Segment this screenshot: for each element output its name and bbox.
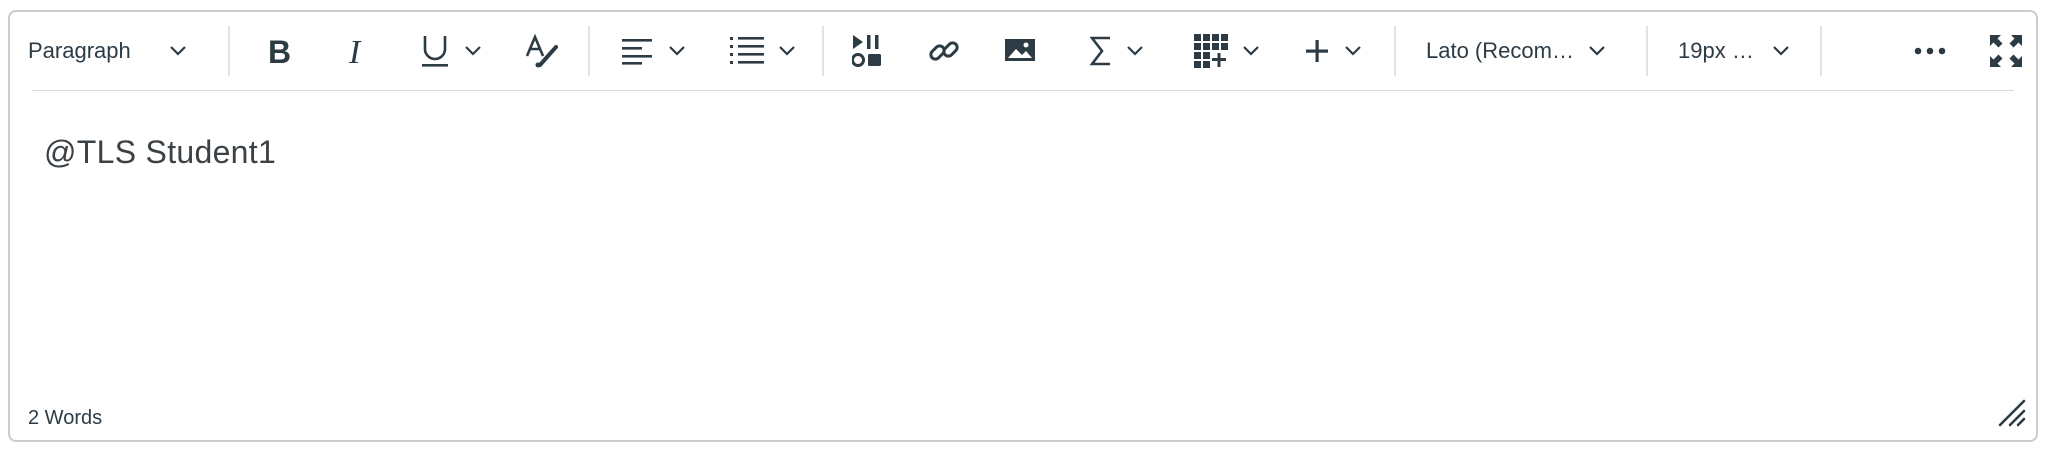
text-color-button[interactable] <box>524 26 560 76</box>
svg-text:B: B <box>268 35 291 67</box>
font-family-label: Lato (Recom… <box>1426 38 1574 63</box>
editor-toolbar: Paragraph B I Lato (Recom… 19px … <box>10 12 2036 90</box>
chevron-down-icon <box>169 45 187 57</box>
underline-icon <box>420 33 450 69</box>
more-button[interactable] <box>1914 26 1946 76</box>
chevron-down-icon <box>1242 45 1260 57</box>
table-dropdown[interactable] <box>1194 26 1260 76</box>
list-icon <box>730 36 764 66</box>
toolbar-separator <box>588 26 590 76</box>
link-icon <box>928 35 960 67</box>
media-button[interactable] <box>852 26 884 76</box>
toolbar-separator <box>822 26 824 76</box>
fullscreen-button[interactable] <box>1990 26 2022 76</box>
font-family-dropdown[interactable]: Lato (Recom… <box>1426 26 1606 76</box>
italic-button[interactable]: I <box>346 26 370 76</box>
image-button[interactable] <box>1004 26 1036 76</box>
plus-icon <box>1304 38 1330 64</box>
fullscreen-icon <box>1990 35 2022 67</box>
table-icon <box>1194 34 1228 68</box>
toolbar-separator <box>1646 26 1648 76</box>
more-icon <box>1914 47 1946 55</box>
align-left-icon <box>622 37 654 65</box>
font-size-label: 19px … <box>1678 38 1754 63</box>
chevron-down-icon <box>1772 45 1790 57</box>
media-icon <box>852 34 884 68</box>
toolbar-separator <box>1394 26 1396 76</box>
align-dropdown[interactable] <box>622 26 686 76</box>
chevron-down-icon <box>1588 45 1606 57</box>
bold-icon: B <box>266 35 294 67</box>
resize-handle[interactable] <box>1996 397 2026 432</box>
toolbar-divider <box>32 90 2014 91</box>
insert-dropdown[interactable] <box>1304 26 1362 76</box>
chevron-down-icon <box>1344 45 1362 57</box>
text-color-icon <box>524 34 560 68</box>
list-dropdown[interactable] <box>730 26 796 76</box>
editor-content[interactable]: @TLS Student1 <box>44 134 276 171</box>
equation-icon <box>1090 35 1112 67</box>
svg-text:I: I <box>348 35 362 67</box>
block-format-dropdown[interactable]: Paragraph <box>28 26 187 76</box>
chevron-down-icon <box>464 45 482 57</box>
bold-button[interactable]: B <box>266 26 294 76</box>
word-count: 2 Words <box>28 407 103 429</box>
toolbar-separator <box>228 26 230 76</box>
resize-icon <box>1996 399 2026 431</box>
image-icon <box>1004 38 1036 64</box>
equation-dropdown[interactable] <box>1090 26 1144 76</box>
chevron-down-icon <box>778 45 796 57</box>
font-size-dropdown[interactable]: 19px … <box>1678 26 1790 76</box>
chevron-down-icon <box>1126 45 1144 57</box>
underline-button[interactable] <box>420 26 482 76</box>
toolbar-separator <box>1820 26 1822 76</box>
chevron-down-icon <box>668 45 686 57</box>
link-button[interactable] <box>928 26 960 76</box>
rich-text-editor: Paragraph B I Lato (Recom… 19px … @TLS S… <box>8 10 2038 442</box>
block-format-label: Paragraph <box>28 38 131 63</box>
italic-icon: I <box>346 35 370 67</box>
